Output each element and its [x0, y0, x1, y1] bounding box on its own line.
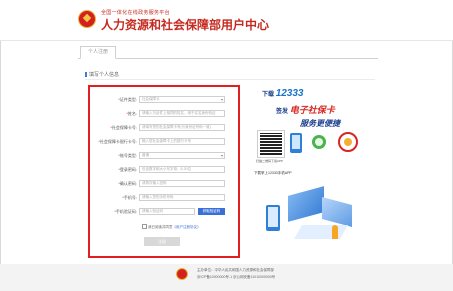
bank-card-number-input[interactable]: 输入您社会保障卡上的银行卡号: [139, 138, 225, 145]
form-row-confirm-password: *确认密码: 请再次输入密码: [90, 179, 238, 188]
footer-emblem-icon: [176, 268, 188, 280]
field-label: 社会保障卡号: [111, 125, 136, 130]
agreement-row: 我已阅读并同意《用户注册协议》: [142, 224, 201, 230]
field-label: 确认密码: [119, 181, 136, 186]
hotline-number: 12333: [275, 88, 304, 99]
field-label: 姓名: [127, 111, 136, 116]
phone-illustration-icon: [266, 205, 280, 231]
get-code-button[interactable]: 获取验证码: [198, 208, 225, 215]
agree-text: 我已阅读并同意: [148, 225, 173, 229]
app-caption: 下载掌上12333手机APP: [254, 171, 292, 175]
promo-download-label: 下载: [262, 92, 275, 98]
platform-illustration: [293, 225, 349, 239]
wechat-icon: [312, 135, 326, 149]
promo-hotline: 下载 12333: [262, 88, 304, 99]
promo-slogan: 服务更便捷: [300, 119, 340, 128]
field-label: 手机验证码: [115, 209, 136, 214]
form-row-password: *登录密码: 包含数字和大小写字母，8-20位: [90, 165, 238, 174]
qr-caption: 扫描二维码下载APP: [256, 159, 284, 163]
form-row-ss-card-number: *社会保障卡号: 请填写您的社会保障卡号(与身份证号码一致): [90, 123, 238, 132]
password-input[interactable]: 包含数字和大小写字母，8-20位: [139, 166, 225, 173]
sms-code-input[interactable]: 请输入验证码: [139, 208, 195, 215]
ss-card-number-input[interactable]: 请填写您的社会保障卡号(与身份证号码一致): [139, 124, 225, 131]
registration-form: *证件类型: 社会保障卡 *姓名: 请输入与证件上相同的姓名，用于实名身份验证 …: [88, 85, 240, 258]
section-divider: [85, 79, 375, 80]
promo-card-line: 签发 电子社保卡: [276, 103, 335, 116]
register-button[interactable]: 注册: [144, 237, 180, 246]
site-header: 全国一体化在线政务服务平台 人力资源和社会保障部用户中心: [0, 0, 453, 40]
tab-personal-register[interactable]: 个人注册: [80, 46, 116, 59]
form-row-id-type: *证件类型: 社会保障卡: [90, 95, 238, 104]
section-title: 填写个人信息: [85, 71, 119, 78]
service-illustration: [262, 181, 367, 251]
field-label: 手机号: [123, 195, 136, 200]
agreement-link[interactable]: 《用户注册协议》: [173, 225, 201, 229]
form-row-sms-code: *手机验证码: 请输入验证码 获取验证码: [90, 207, 238, 216]
field-label: 证件类型: [119, 97, 136, 102]
field-label: 社会保障卡银行卡号: [99, 139, 136, 144]
header-title[interactable]: 人力资源和社会保障部用户中心: [101, 16, 269, 33]
field-label: 账号类型: [119, 153, 136, 158]
confirm-password-input[interactable]: 请再次输入密码: [139, 180, 225, 187]
building-illustration: [322, 196, 352, 228]
form-row-account-type: *账号类型: 普通: [90, 151, 238, 160]
person-illustration: [332, 225, 338, 239]
form-row-bank-card-number: *社会保障卡银行卡号: 输入您社会保障卡上的银行卡号: [90, 137, 238, 146]
field-label: 登录密码: [119, 167, 136, 172]
phone-input[interactable]: 请输入您的手机号码: [139, 194, 225, 201]
header-subtitle: 全国一体化在线政务服务平台: [101, 10, 170, 16]
footer-sponsor: 主办单位：中华人民共和国人力资源和社会保障部: [197, 268, 274, 272]
agree-checkbox[interactable]: [142, 224, 147, 229]
footer-icp: 京ICP备10000000号-1 京公网安备11010000000号: [197, 275, 276, 279]
ss-card-badge-icon: [338, 132, 358, 152]
national-emblem-icon: [78, 10, 96, 28]
id-type-select[interactable]: 社会保障卡: [139, 96, 225, 103]
form-row-name: *姓名: 请输入与证件上相同的姓名，用于实名身份验证: [90, 109, 238, 118]
e-card-label: 电子社保卡: [289, 105, 335, 115]
promo-issue-label: 签发: [276, 109, 289, 115]
mobile-app-icon: [290, 133, 302, 153]
app-promo-panel: 下载 12333 签发 电子社保卡 服务更便捷 扫描二维码下载APP 下载掌上1…: [250, 85, 375, 260]
form-row-phone: *手机号: 请输入您的手机号码: [90, 193, 238, 202]
building-illustration: [288, 186, 324, 222]
name-input[interactable]: 请输入与证件上相同的姓名，用于实名身份验证: [139, 110, 225, 117]
account-type-select[interactable]: 普通: [139, 152, 225, 159]
qr-code-icon: [257, 130, 285, 158]
header-divider: [0, 40, 453, 41]
tab-bar: 个人注册: [78, 46, 378, 59]
